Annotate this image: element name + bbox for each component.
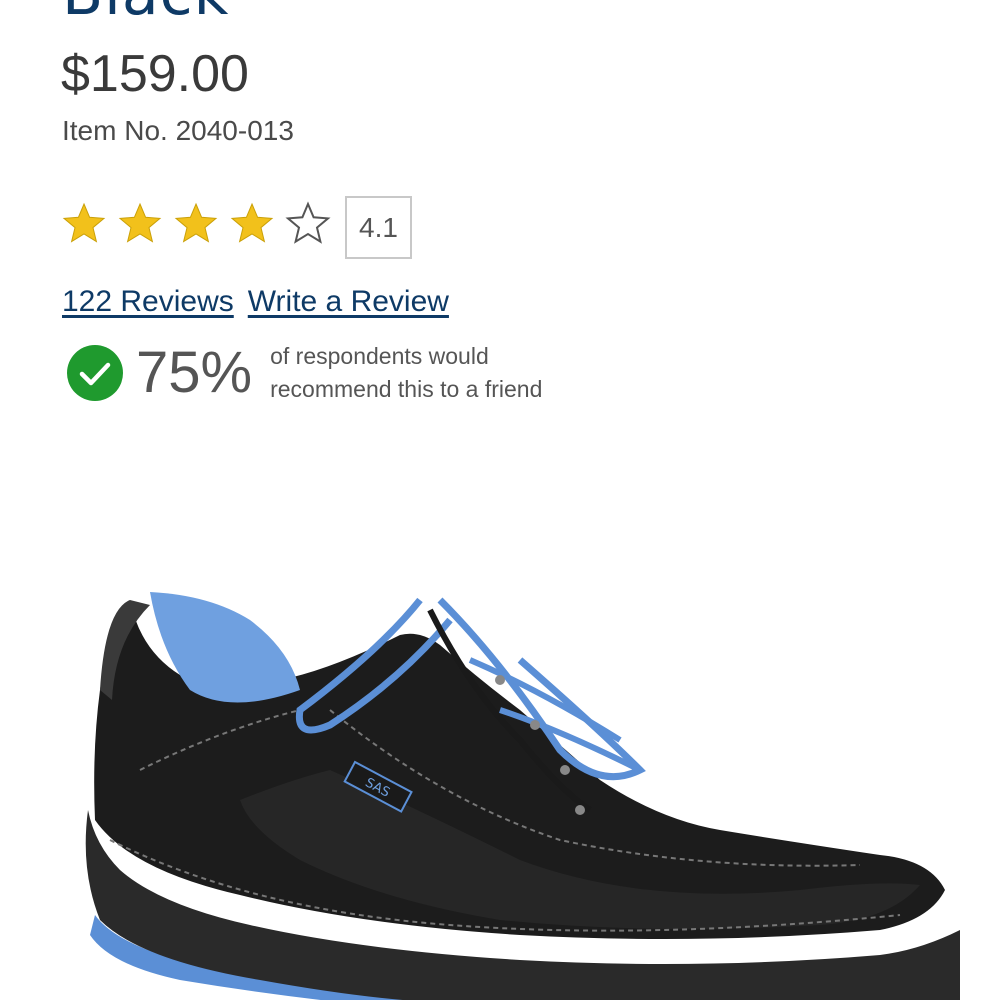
- star-filled-icon: [118, 202, 162, 243]
- rating-value-box: 4.1: [345, 196, 412, 259]
- product-price: $159.00: [61, 45, 249, 103]
- write-review-link[interactable]: Write a Review: [248, 283, 449, 321]
- star-filled-icon: [62, 202, 106, 243]
- recommendation-summary: 75% of respondents would recommend this …: [66, 340, 590, 406]
- product-title: Black: [62, 0, 229, 24]
- shoe-image: SAS: [85, 592, 960, 1000]
- item-number: Item No. 2040-013: [62, 115, 294, 146]
- review-links: 122 Reviews Write a Review: [62, 283, 449, 321]
- star-filled-icon: [174, 202, 218, 243]
- eyelet: [530, 720, 540, 730]
- star-rating[interactable]: [60, 200, 332, 248]
- eyelet: [495, 675, 505, 685]
- rating-value: 4.1: [359, 211, 398, 243]
- eyelet: [560, 765, 570, 775]
- product-page: Black $159.00 Item No. 2040-013 4.1 122 …: [0, 0, 1000, 1000]
- recommend-percent: 75%: [136, 340, 253, 405]
- recommend-text: of respondents would recommend this to a…: [270, 343, 543, 402]
- check-circle-icon: [67, 345, 123, 401]
- eyelet: [575, 805, 585, 815]
- star-filled-icon: [230, 202, 274, 243]
- star-empty-icon: [285, 201, 331, 244]
- reviews-count-link[interactable]: 122 Reviews: [62, 283, 234, 321]
